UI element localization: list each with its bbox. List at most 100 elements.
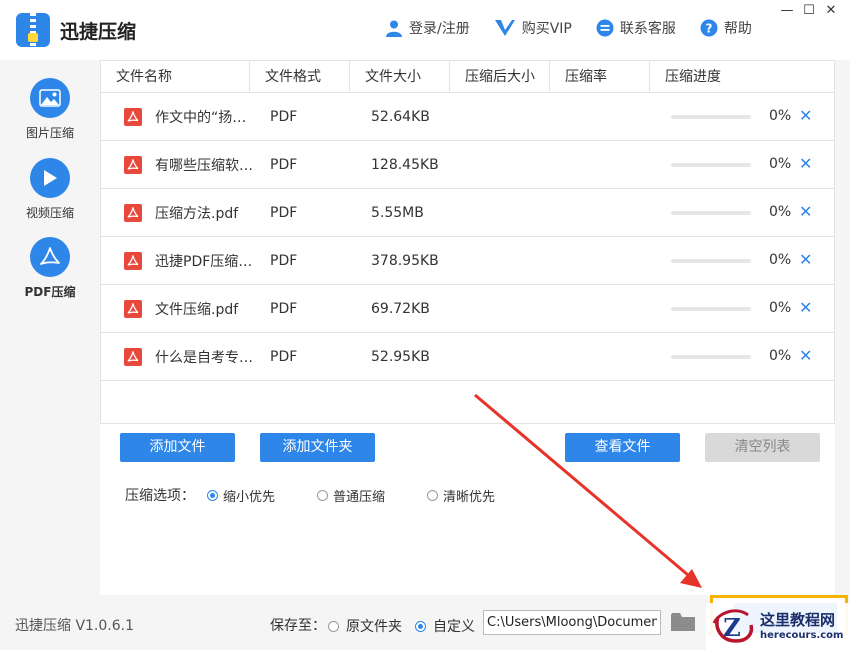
progress-bar	[671, 211, 751, 215]
table-row[interactable]: 迅捷PDF压缩… PDF 378.95KB 0% ✕	[101, 237, 834, 285]
column-header-progress: 压缩进度	[665, 69, 721, 85]
top-actions: 登录/注册 购买VIP 联系客服 ? 帮助	[385, 18, 776, 38]
sidebar-item-label: 视频压缩	[25, 206, 74, 220]
file-format: PDF	[270, 252, 298, 269]
radio-unselected-icon	[427, 489, 439, 501]
window-controls: — ☐ ✕	[776, 2, 842, 20]
pdf-file-icon	[124, 251, 142, 270]
contact-support-link[interactable]: 联系客服	[596, 18, 676, 38]
file-name: 迅捷PDF压缩…	[155, 253, 253, 270]
vip-icon	[494, 19, 516, 37]
table-row[interactable]: 什么是自考专… PDF 52.95KB 0% ✕	[101, 333, 834, 381]
column-header-compressed-size: 压缩后大小	[450, 61, 550, 92]
app-logo-icon	[16, 13, 50, 47]
progress-percent: 0%	[769, 348, 792, 364]
watermark-logo-icon: Z	[712, 609, 754, 643]
option-label: 自定义	[433, 619, 475, 635]
table-row[interactable]: 有哪些压缩软… PDF 128.45KB 0% ✕	[101, 141, 834, 189]
option-label: 普通压缩	[333, 489, 386, 505]
help-icon: ?	[700, 19, 718, 37]
save-to-label: 保存至：	[270, 618, 326, 634]
minimize-button[interactable]: —	[776, 2, 798, 20]
file-format: PDF	[270, 348, 298, 365]
footer: 迅捷压缩 V1.0.6.1 保存至： 原文件夹 自定义 Z 这里教程网 here…	[0, 595, 850, 650]
table-row[interactable]: 作文中的“扬… PDF 52.64KB 0% ✕	[101, 93, 834, 141]
table-row[interactable]: 文件压缩.pdf PDF 69.72KB 0% ✕	[101, 285, 834, 333]
progress-percent: 0%	[769, 108, 792, 124]
progress-bar	[671, 163, 751, 167]
option-clarity-first[interactable]: 清晰优先	[427, 486, 495, 505]
progress-percent: 0%	[769, 156, 792, 172]
watermark-url: herecours.com	[760, 630, 844, 641]
file-name: 压缩方法.pdf	[155, 205, 239, 222]
file-format: PDF	[270, 108, 298, 125]
pdf-file-icon	[124, 107, 142, 126]
sidebar: 图片压缩 视频压缩 PDF压缩	[0, 60, 100, 595]
progress-percent: 0%	[769, 252, 792, 268]
progress-bar	[671, 307, 751, 311]
sidebar-item-image-compress[interactable]: 图片压缩	[0, 78, 100, 141]
view-files-button[interactable]: 查看文件	[565, 433, 680, 462]
file-size: 69.72KB	[371, 300, 430, 317]
remove-file-icon[interactable]: ✕	[799, 346, 812, 365]
svg-text:?: ?	[705, 22, 712, 36]
progress-bar	[671, 355, 751, 359]
login-register-link[interactable]: 登录/注册	[385, 18, 470, 38]
sidebar-item-video-compress[interactable]: 视频压缩	[0, 158, 100, 221]
save-path-input[interactable]	[483, 610, 661, 635]
remove-file-icon[interactable]: ✕	[799, 250, 812, 269]
login-register-label: 登录/注册	[409, 21, 470, 37]
file-format: PDF	[270, 156, 298, 173]
remove-file-icon[interactable]: ✕	[799, 298, 812, 317]
close-button[interactable]: ✕	[820, 2, 842, 20]
add-folder-button[interactable]: 添加文件夹	[260, 433, 375, 462]
remove-file-icon[interactable]: ✕	[799, 106, 812, 125]
watermark-title: 这里教程网	[760, 611, 836, 629]
buy-vip-link[interactable]: 购买VIP	[494, 18, 572, 38]
option-smaller-first[interactable]: 缩小优先	[207, 486, 275, 505]
radio-unselected-icon	[328, 620, 339, 632]
app-title: 迅捷压缩	[60, 21, 137, 43]
file-name: 作文中的“扬…	[155, 109, 247, 126]
pdf-file-icon	[124, 203, 142, 222]
pdf-file-icon	[124, 155, 142, 174]
radio-selected-icon	[207, 489, 218, 501]
remove-file-icon[interactable]: ✕	[799, 154, 812, 173]
title-bar: 迅捷压缩 登录/注册 购买VIP 联系客服 ? 帮助 — ☐ ✕	[0, 0, 850, 60]
compression-options: 压缩选项： 缩小优先 普通压缩 清晰优先	[125, 485, 537, 505]
play-icon	[30, 158, 70, 198]
help-link[interactable]: ? 帮助	[700, 18, 752, 38]
image-icon	[30, 78, 70, 118]
compression-options-label: 压缩选项：	[125, 488, 195, 504]
pdf-file-icon	[124, 299, 142, 318]
table-row[interactable]: 压缩方法.pdf PDF 5.55MB 0% ✕	[101, 189, 834, 237]
clear-list-button[interactable]: 清空列表	[705, 433, 820, 462]
radio-unselected-icon	[317, 489, 329, 501]
sidebar-item-pdf-compress[interactable]: PDF压缩	[0, 237, 100, 300]
progress-percent: 0%	[769, 204, 792, 220]
column-header-ratio: 压缩率	[550, 61, 650, 92]
sidebar-item-label: PDF压缩	[24, 285, 76, 299]
chat-icon	[596, 19, 614, 37]
option-label: 缩小优先	[223, 489, 276, 505]
file-size: 378.95KB	[371, 252, 439, 269]
column-header-size: 文件大小	[350, 61, 450, 92]
remove-file-icon[interactable]: ✕	[799, 202, 812, 221]
column-header-name: 文件名称	[101, 61, 250, 92]
contact-support-label: 联系客服	[619, 21, 676, 37]
table-body: 作文中的“扬… PDF 52.64KB 0% ✕ 有哪些压缩软… PDF 128…	[101, 93, 834, 381]
main-panel: 文件名称 文件格式 文件大小 压缩后大小 压缩率 压缩进度 作文中的“扬… PD…	[100, 60, 835, 595]
file-format: PDF	[270, 204, 298, 221]
save-original-folder-option[interactable]: 原文件夹	[328, 616, 402, 636]
add-files-button[interactable]: 添加文件	[120, 433, 235, 462]
save-custom-option[interactable]: 自定义	[415, 616, 475, 636]
pdf-file-icon	[124, 347, 142, 366]
svg-text:Z: Z	[723, 613, 741, 642]
option-normal[interactable]: 普通压缩	[317, 486, 385, 505]
folder-icon[interactable]	[670, 612, 696, 636]
sidebar-item-label: 图片压缩	[25, 126, 74, 140]
file-table: 文件名称 文件格式 文件大小 压缩后大小 压缩率 压缩进度 作文中的“扬… PD…	[100, 60, 835, 424]
help-label: 帮助	[723, 21, 752, 37]
option-label: 原文件夹	[346, 619, 402, 635]
maximize-button[interactable]: ☐	[798, 2, 820, 20]
